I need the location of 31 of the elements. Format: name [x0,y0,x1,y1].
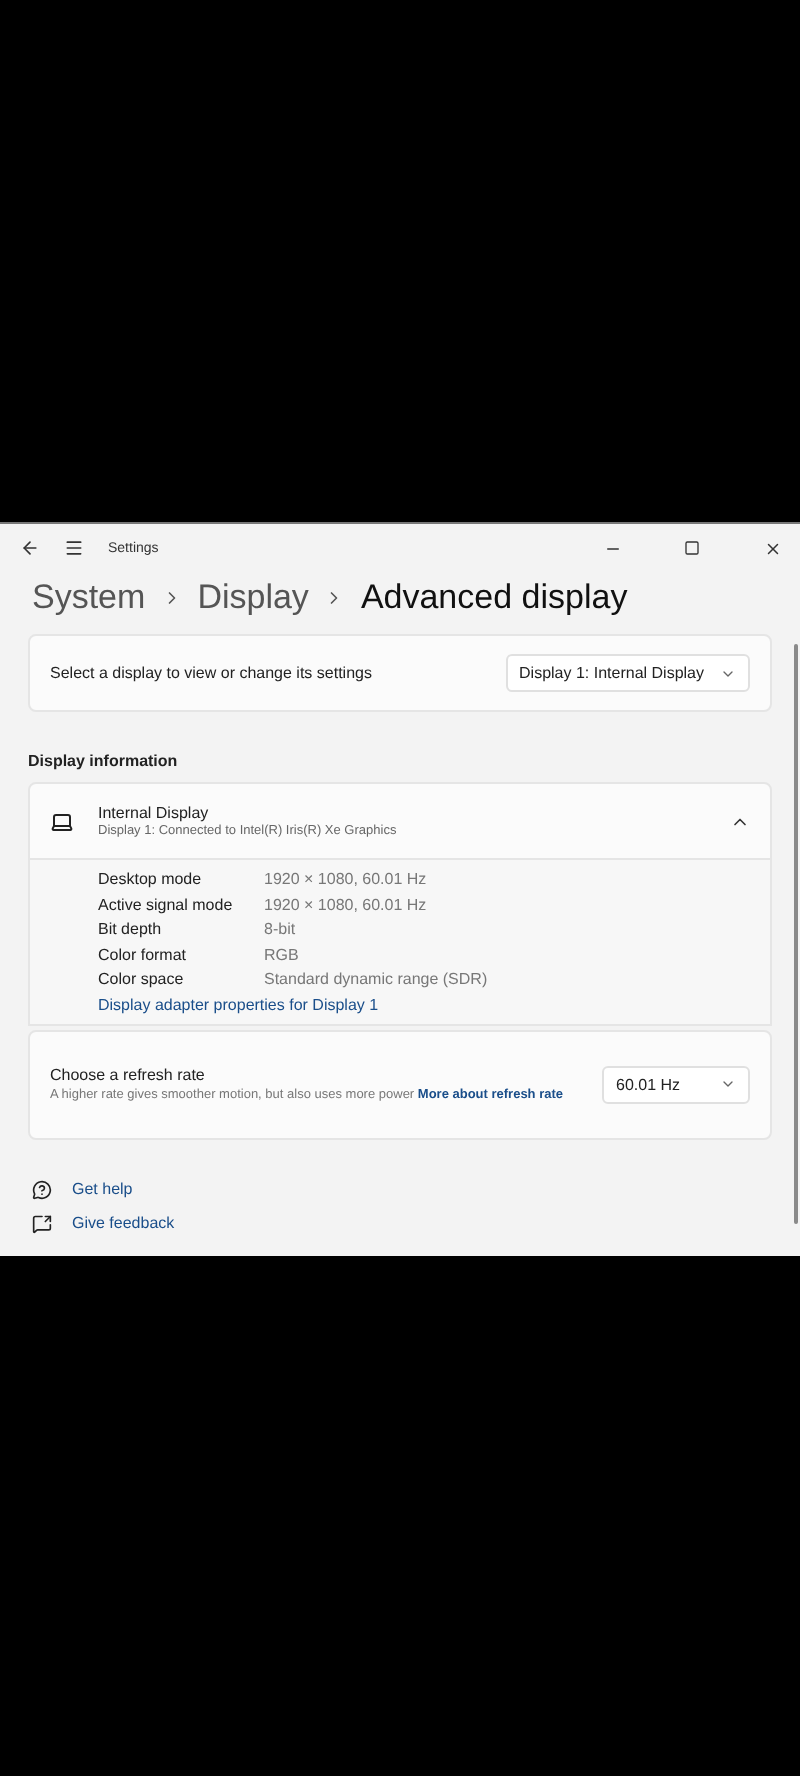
display-name: Internal Display [98,804,211,822]
adapter-properties-link[interactable]: Display adapter properties for Display 1 [98,995,750,1013]
back-icon[interactable] [20,538,40,558]
info-label: Color space [98,970,186,988]
refresh-rate-title: Choose a refresh rate [50,1065,207,1083]
section-title: Display information [28,752,180,770]
info-value: 8-bit [264,920,298,938]
info-label: Color format [98,945,189,963]
footer-link[interactable]: Give feedback [32,1213,772,1233]
breadcrumb-item[interactable]: System [32,578,146,618]
help-icon [32,1179,52,1199]
laptop-icon [50,809,74,833]
display-dropdown[interactable]: Display 1: Internal Display [505,654,750,692]
close-icon [763,539,781,557]
breadcrumb-item: Advanced display [360,578,628,618]
menu-icon[interactable] [64,538,84,558]
breadcrumb-item[interactable]: Display [197,578,309,618]
info-value: Standard dynamic range (SDR) [264,970,490,988]
info-label: Desktop mode [98,870,204,888]
info-value: 1920 × 1080, 60.01 Hz [264,895,429,913]
info-label: Active signal mode [98,895,235,913]
refresh-rate-dropdown[interactable]: 60.01 Hz [602,1065,750,1103]
info-label: Bit depth [98,920,164,938]
scrollbar[interactable] [794,644,798,1224]
selector-label: Select a display to view or change its settings [50,664,372,682]
footer-link[interactable]: Get help [32,1179,772,1199]
maximize-icon [684,540,700,556]
chevron-down-icon [720,1076,736,1092]
info-value: RGB [264,945,301,963]
feedback-icon [32,1213,52,1233]
info-value: 1920 × 1080, 60.01 Hz [264,870,429,888]
